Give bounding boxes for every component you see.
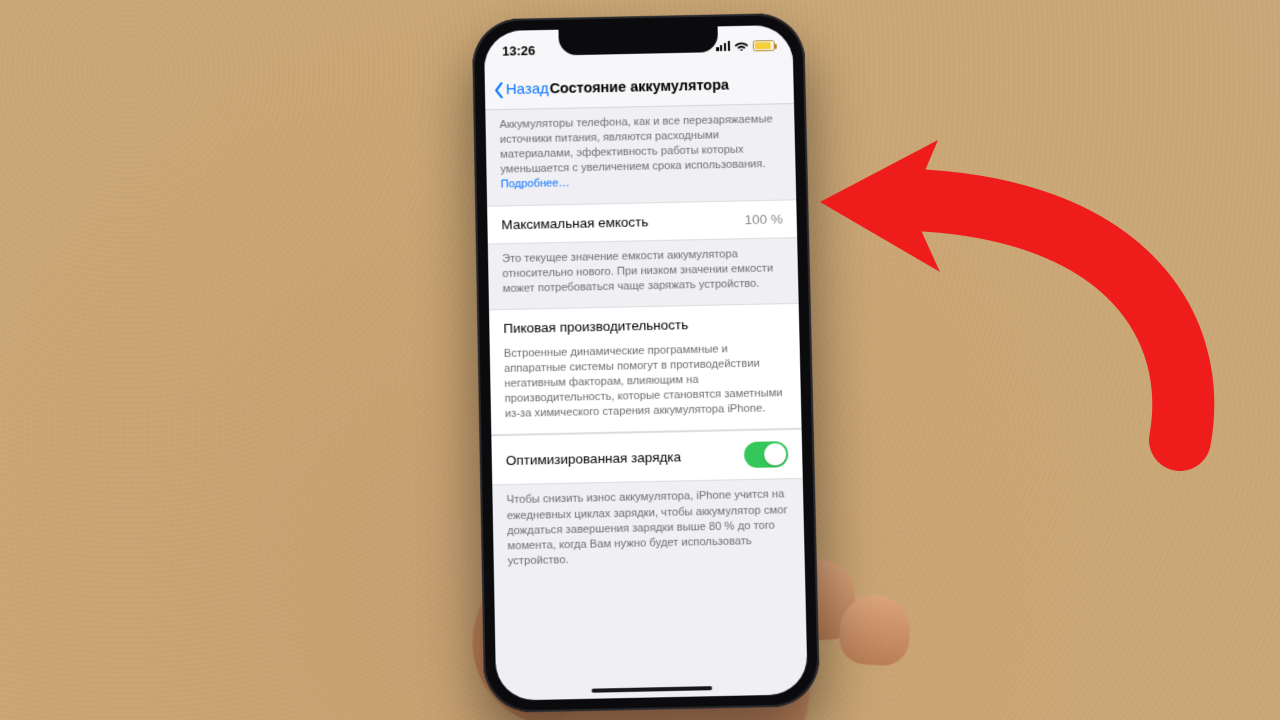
back-button[interactable]: Назад [489,76,553,103]
optimized-charging-label: Оптимизированная зарядка [506,449,682,468]
home-indicator[interactable] [592,686,713,693]
phone-screen: 13:26 Назад Состояние аккумулятора [484,25,808,701]
settings-content[interactable]: Аккумуляторы телефона, как и все перезар… [485,104,805,582]
peak-performance-label: Пиковая производительность [503,317,688,336]
iphone-device: 13:26 Назад Состояние аккумулятора [472,13,820,713]
optimized-charging-note: Чтобы снизить износ аккумулятора, iPhone… [492,479,805,582]
max-capacity-label: Максимальная емкость [501,214,648,232]
intro-text: Аккумуляторы телефона, как и все перезар… [499,113,772,176]
learn-more-link[interactable]: Подробнее… [501,178,570,191]
status-time: 13:26 [502,43,535,59]
photo-scene: 13:26 Назад Состояние аккумулятора [0,0,1280,720]
peak-performance-header: Пиковая производительность [489,303,800,347]
wifi-icon [734,38,749,53]
annotation-arrow-icon [800,110,1220,490]
max-capacity-note: Это текущее значение емкости аккумулятор… [488,238,799,310]
max-capacity-value: 100 % [744,211,783,227]
peak-performance-note: Встроенные динамические программные и ап… [490,341,802,436]
max-capacity-cell[interactable]: Максимальная емкость 100 % [487,199,797,244]
optimized-charging-cell[interactable]: Оптимизированная зарядка [491,429,802,486]
intro-footnote: Аккумуляторы телефона, как и все перезар… [485,104,796,205]
cellular-signal-icon [716,41,730,51]
chevron-left-icon [493,81,505,99]
navigation-bar: Назад Состояние аккумулятора [485,64,794,110]
optimized-charging-toggle[interactable] [744,442,789,469]
notch [558,26,718,55]
battery-icon [753,40,775,51]
back-label: Назад [506,80,549,98]
